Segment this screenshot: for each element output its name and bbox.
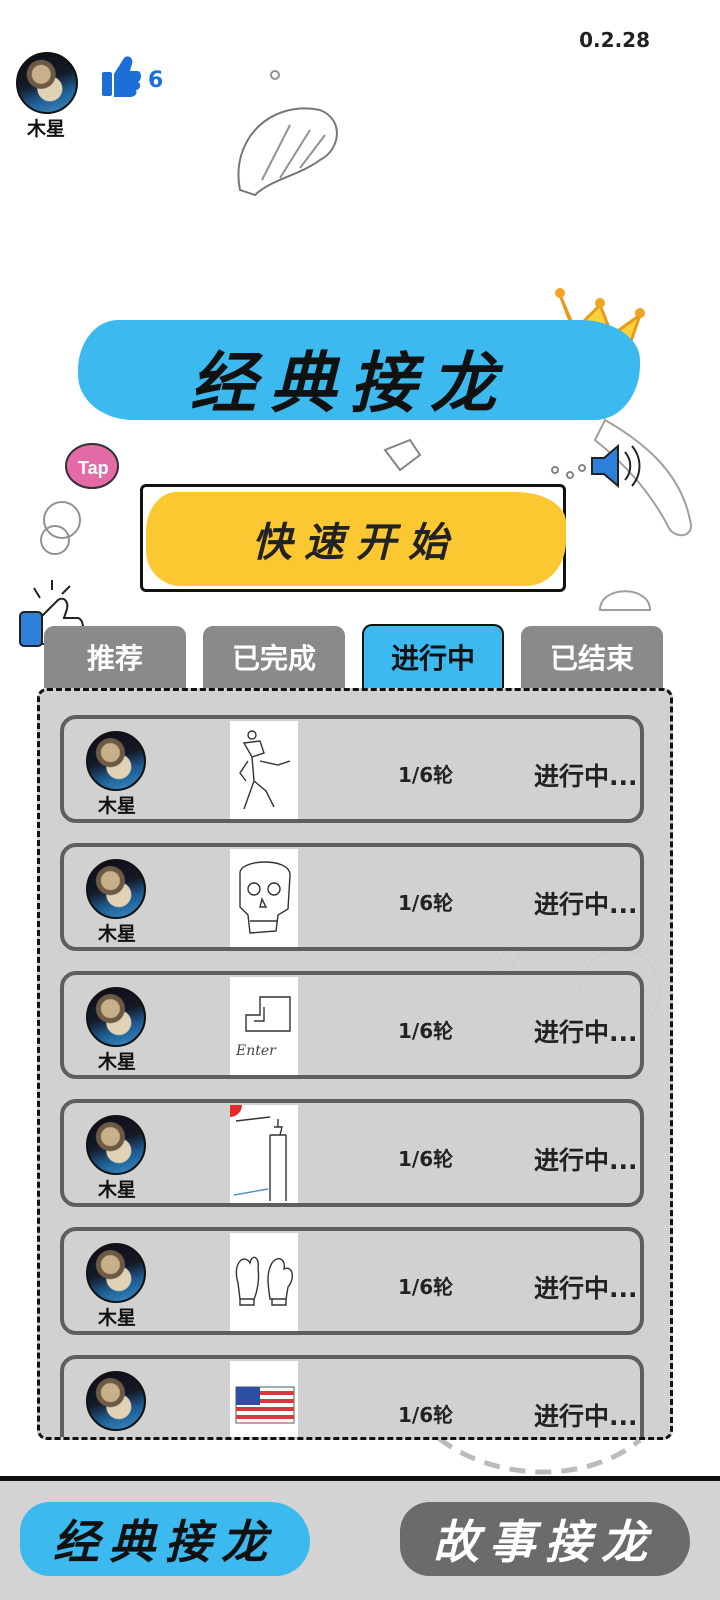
classic-mode-button[interactable]: 经典接龙 [20, 1502, 310, 1576]
avatar [86, 1371, 146, 1431]
list-item[interactable]: 木星 Enter 1/6轮 进行中... [60, 971, 644, 1079]
svg-text:Tap: Tap [78, 458, 109, 478]
round-count: 1/6轮 [398, 1403, 454, 1427]
tab-in-progress[interactable]: 进行中 [362, 624, 504, 688]
round-count: 1/6轮 [398, 891, 454, 915]
status-label: 进行中... [534, 1402, 638, 1431]
status-label: 进行中... [534, 1018, 638, 1047]
tab-ended[interactable]: 已结束 [521, 626, 663, 688]
user-name: 木星 [98, 923, 137, 945]
list-item[interactable]: 木星 1/6轮 进行中... [60, 843, 644, 951]
status-label: 进行中... [534, 890, 638, 919]
drawing-thumbnail [230, 1233, 298, 1331]
round-count: 1/6轮 [398, 1275, 454, 1299]
user-name: 木星 [98, 1179, 137, 1201]
avatar [86, 987, 146, 1047]
list-item[interactable]: 木星 1/6轮 进行中... [60, 1227, 644, 1335]
game-list-panel[interactable]: 木星 1/6轮 进行中... 木星 1/6轮 进行中... 木星 Enter 1… [37, 688, 673, 1440]
avatar[interactable] [16, 52, 78, 114]
drawing-thumbnail [230, 1105, 298, 1203]
thumbs-up-icon [100, 54, 142, 98]
round-count: 1/6轮 [398, 1019, 454, 1043]
tap-badge-icon: Tap [65, 443, 119, 489]
round-count: 1/6轮 [398, 763, 454, 787]
avatar [86, 859, 146, 919]
list-item[interactable]: 1/6轮 进行中... [60, 1355, 644, 1437]
story-mode-button[interactable]: 故事接龙 [400, 1502, 690, 1576]
drawing-thumbnail [230, 721, 298, 819]
user-name: 木星 [98, 795, 137, 817]
version-label: 0.2.28 [579, 28, 650, 52]
user-name: 木星 [98, 1307, 137, 1329]
user-name: 木星 [98, 1051, 137, 1073]
user-name: 木星 [27, 118, 66, 140]
avatar [86, 1115, 146, 1175]
round-count: 1/6轮 [398, 1147, 454, 1171]
game-title: 经典接龙 [190, 344, 510, 422]
avatar [86, 1243, 146, 1303]
tab-completed[interactable]: 已完成 [203, 626, 345, 688]
status-label: 进行中... [534, 762, 638, 791]
status-label: 进行中... [534, 1146, 638, 1175]
list-item[interactable]: 木星 1/6轮 进行中... [60, 715, 644, 823]
like-count: 6 [148, 68, 164, 93]
drawing-thumbnail [230, 849, 298, 947]
drawing-thumbnail [230, 1361, 298, 1437]
avatar [86, 731, 146, 791]
status-label: 进行中... [534, 1274, 638, 1303]
drawing-thumbnail: Enter [230, 977, 298, 1075]
list-item[interactable]: 木星 1/6轮 进行中... [60, 1099, 644, 1207]
tab-recommended[interactable]: 推荐 [44, 626, 186, 688]
drawing-caption: Enter [236, 1043, 276, 1059]
sound-icon [591, 443, 641, 489]
quick-start-label: 快速开始 [252, 519, 460, 566]
